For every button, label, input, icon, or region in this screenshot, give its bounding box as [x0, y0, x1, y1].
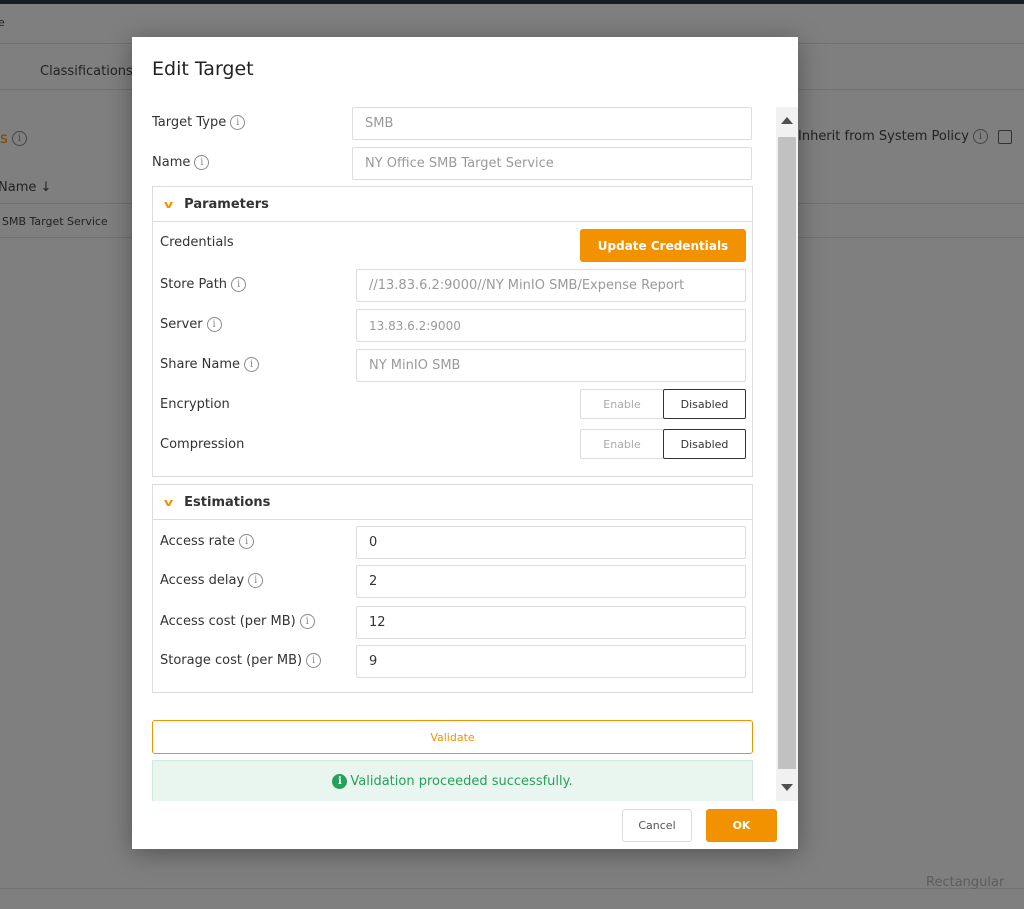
info-icon[interactable]: i	[231, 277, 247, 292]
store-path-row: Store Path i //13.83.6.2:9000//NY MinIO S…	[160, 269, 746, 302]
access-delay-row: Access delay i 2	[160, 565, 746, 598]
validation-success-message: i Validation proceeded successfully.	[152, 760, 753, 801]
compression-disabled-option[interactable]: Disabled	[663, 429, 746, 459]
server-field[interactable]: 13.83.6.2:9000	[356, 309, 746, 342]
dialog-scrollbar[interactable]	[776, 107, 798, 801]
dialog-body: Target Type i SMB Name i NY Office SMB Tar…	[132, 107, 798, 801]
scroll-thumb[interactable]	[778, 137, 796, 769]
store-path-label: Store Path i	[160, 277, 247, 292]
compression-label: Compression	[160, 437, 245, 452]
chevron-down-icon: v	[163, 495, 174, 509]
compression-row: Compression Enable Disabled	[160, 429, 746, 462]
encryption-row: Encryption Enable Disabled	[160, 389, 746, 422]
ok-button[interactable]: OK	[706, 809, 777, 842]
info-icon[interactable]: i	[248, 573, 264, 588]
name-label: Name i	[152, 155, 210, 170]
estimations-panel: v Estimations Access rate i 0 Access delay…	[152, 484, 753, 693]
access-rate-label: Access rate i	[160, 534, 255, 549]
server-row: Server i 13.83.6.2:9000	[160, 309, 746, 342]
credentials-row: Credentials Update Credentials	[160, 227, 746, 262]
name-field[interactable]: NY Office SMB Target Service	[352, 147, 752, 180]
target-type-field: SMB	[352, 107, 752, 140]
update-credentials-button[interactable]: Update Credentials	[580, 229, 746, 262]
access-delay-label: Access delay i	[160, 573, 264, 588]
name-row: Name i NY Office SMB Target Service	[152, 147, 752, 180]
info-icon[interactable]: i	[194, 155, 210, 170]
encryption-toggle: Enable Disabled	[580, 389, 746, 419]
encryption-enable-option[interactable]: Enable	[580, 389, 663, 419]
scroll-up-arrow-icon[interactable]	[781, 117, 793, 124]
parameters-panel: v Parameters Credentials Update Credentia…	[152, 186, 753, 477]
storage-cost-field[interactable]: 9	[356, 645, 746, 678]
access-delay-field[interactable]: 2	[356, 565, 746, 598]
info-icon[interactable]: i	[299, 614, 315, 629]
encryption-label: Encryption	[160, 397, 230, 412]
storage-cost-row: Storage cost (per MB) i 9	[160, 645, 746, 678]
info-icon[interactable]: i	[230, 115, 246, 130]
info-icon[interactable]: i	[306, 653, 322, 668]
compression-enable-option[interactable]: Enable	[580, 429, 663, 459]
target-type-row: Target Type i SMB	[152, 107, 752, 140]
info-icon[interactable]: i	[239, 534, 255, 549]
share-name-field[interactable]: NY MinIO SMB	[356, 349, 746, 382]
parameters-header[interactable]: v Parameters	[153, 187, 752, 222]
share-name-label: Share Name i	[160, 357, 259, 372]
success-info-icon: i	[332, 773, 348, 789]
share-name-row: Share Name i NY MinIO SMB	[160, 349, 746, 382]
edit-target-dialog: Edit Target Target Type i SMB Name i NY Of…	[132, 37, 798, 849]
credentials-label: Credentials	[160, 235, 234, 250]
storage-cost-label: Storage cost (per MB) i	[160, 653, 322, 668]
server-label: Server i	[160, 317, 222, 332]
store-path-field[interactable]: //13.83.6.2:9000//NY MinIO SMB/Expense R…	[356, 269, 746, 302]
info-icon[interactable]: i	[244, 357, 259, 372]
target-type-label: Target Type i	[152, 115, 246, 130]
scroll-down-arrow-icon[interactable]	[781, 784, 793, 791]
cancel-button[interactable]: Cancel	[622, 809, 692, 842]
chevron-down-icon: v	[163, 197, 174, 211]
validate-button[interactable]: Validate	[152, 720, 753, 754]
access-cost-label: Access cost (per MB) i	[160, 614, 315, 629]
access-rate-field[interactable]: 0	[356, 526, 746, 559]
access-cost-field[interactable]: 12	[356, 606, 746, 639]
dialog-title: Edit Target	[152, 58, 254, 80]
estimations-header[interactable]: v Estimations	[153, 485, 752, 520]
encryption-disabled-option[interactable]: Disabled	[663, 389, 746, 419]
compression-toggle: Enable Disabled	[580, 429, 746, 459]
access-cost-row: Access cost (per MB) i 12	[160, 606, 746, 639]
access-rate-row: Access rate i 0	[160, 526, 746, 559]
info-icon[interactable]: i	[206, 317, 222, 332]
